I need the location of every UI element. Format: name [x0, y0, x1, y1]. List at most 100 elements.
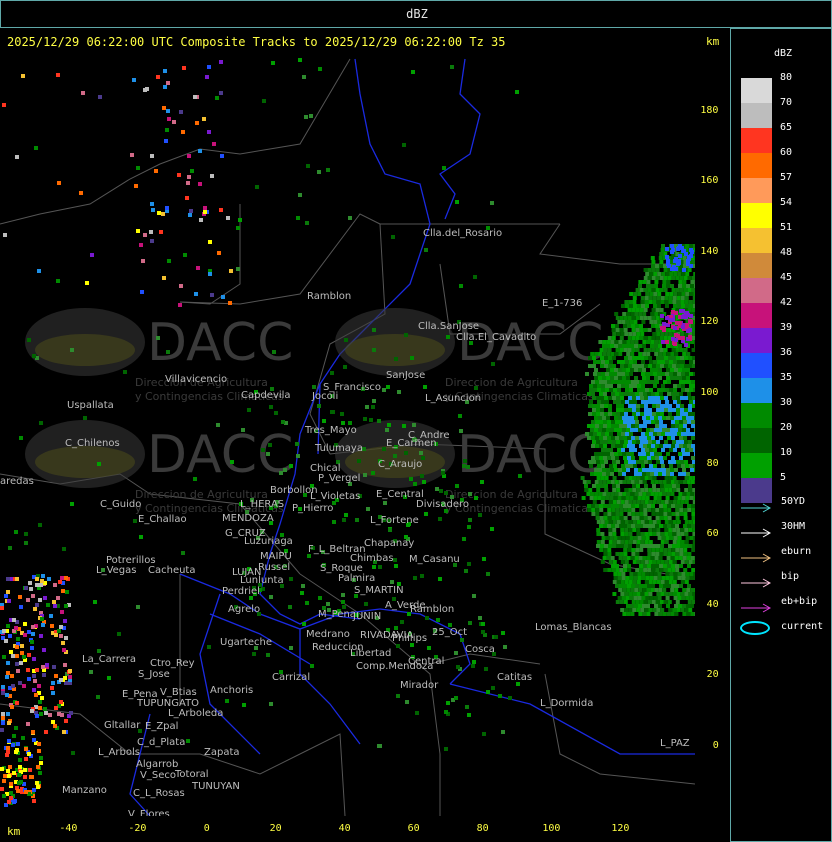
legend-scale-label: 54 — [780, 197, 793, 208]
echo-cell — [684, 364, 688, 368]
echo-cell — [587, 424, 591, 428]
title-bar: dBZ — [0, 0, 832, 28]
echo-cell — [592, 460, 596, 464]
echo-cell — [654, 428, 658, 432]
echo-cell — [661, 360, 665, 364]
echo-cell — [35, 668, 39, 672]
echo-cell — [670, 376, 674, 380]
x-tick-label: 100 — [542, 823, 561, 834]
echo-cell — [620, 592, 625, 596]
echo-cell — [610, 376, 614, 380]
echo-cell — [653, 304, 657, 308]
echo-cell — [684, 356, 688, 360]
place-label: Libertad — [350, 648, 391, 659]
echo-cell — [179, 284, 183, 288]
echo-cell — [623, 548, 628, 552]
echo-cell — [674, 480, 679, 484]
echo-cell — [634, 604, 638, 608]
echo-cell — [596, 484, 600, 488]
echo-cell — [692, 356, 695, 360]
echo-cell — [664, 296, 669, 300]
echo-cell — [648, 364, 652, 368]
echo-cell — [317, 170, 321, 174]
echo-cell — [661, 244, 665, 248]
echo-cell — [585, 372, 589, 376]
echo-cell — [61, 589, 65, 593]
echo-cell — [683, 444, 687, 448]
echo-cell — [644, 500, 649, 504]
echo-cell — [673, 342, 677, 346]
echo-cell — [637, 384, 641, 388]
echo-cell — [639, 288, 644, 292]
echo-cell — [677, 536, 682, 540]
echo-cell — [598, 376, 602, 380]
echo-cell — [667, 264, 671, 268]
echo-cell — [630, 452, 634, 456]
echo-cell — [446, 701, 450, 705]
echo-cell — [305, 221, 309, 225]
echo-cell — [694, 416, 695, 420]
echo-cell — [600, 540, 605, 544]
legend-swatch — [741, 253, 772, 278]
echo-cell — [647, 516, 652, 520]
echo-cell — [645, 372, 649, 376]
echo-cell — [651, 584, 655, 588]
echo-cell — [57, 629, 61, 633]
echo-cell — [631, 324, 635, 328]
echo-cell — [598, 428, 602, 432]
track-label: bip — [781, 571, 800, 582]
echo-cell — [466, 465, 470, 469]
echo-cell — [655, 328, 660, 332]
echo-cell — [680, 540, 685, 544]
echo-cell — [24, 532, 28, 536]
place-label: Ramblon — [410, 604, 454, 615]
echo-cell — [658, 556, 663, 560]
echo-cell — [606, 376, 610, 380]
echo-cell — [622, 340, 627, 344]
radar-map[interactable]: DACCDireccion de Agriculturay Contingenc… — [0, 54, 695, 816]
echo-cell — [667, 584, 671, 588]
echo-cell — [652, 560, 657, 564]
echo-cell — [38, 771, 42, 775]
echo-cell — [606, 556, 611, 560]
echo-cell — [636, 528, 641, 532]
echo-cell — [680, 356, 684, 360]
echo-cell — [467, 713, 471, 717]
echo-cell — [685, 372, 689, 376]
echo-cell — [49, 614, 53, 618]
echo-cell — [133, 519, 137, 523]
echo-cell — [641, 388, 645, 392]
echo-cell — [654, 312, 659, 316]
echo-cell — [602, 352, 607, 356]
echo-cell — [672, 520, 677, 524]
echo-cell — [643, 568, 648, 572]
echo-cell — [633, 464, 637, 468]
echo-cell — [241, 428, 245, 432]
echo-cell — [634, 480, 639, 484]
echo-cell — [650, 452, 654, 456]
echo-cell — [456, 665, 460, 669]
echo-cell — [625, 464, 629, 468]
echo-cell — [620, 540, 625, 544]
y-tick-label: 120 — [700, 316, 719, 328]
place-label: S_MARTIN — [354, 585, 404, 596]
echo-cell — [394, 357, 398, 361]
echo-cell — [603, 504, 607, 508]
echo-cell — [196, 266, 200, 270]
echo-cell — [588, 460, 592, 464]
echo-cell — [680, 560, 685, 564]
echo-cell — [643, 600, 648, 604]
echo-cell — [662, 280, 667, 284]
echo-cell — [623, 324, 627, 328]
echo-cell — [89, 670, 93, 674]
echo-cell — [608, 532, 613, 536]
echo-cell — [672, 296, 677, 300]
echo-cell — [43, 596, 47, 600]
echo-cell — [388, 528, 392, 532]
echo-cell — [163, 85, 167, 89]
echo-cell — [682, 556, 687, 560]
echo-cell — [603, 444, 607, 448]
echo-cell — [607, 548, 612, 552]
x-tick-label: 0 — [203, 823, 210, 834]
echo-cell — [404, 333, 408, 337]
